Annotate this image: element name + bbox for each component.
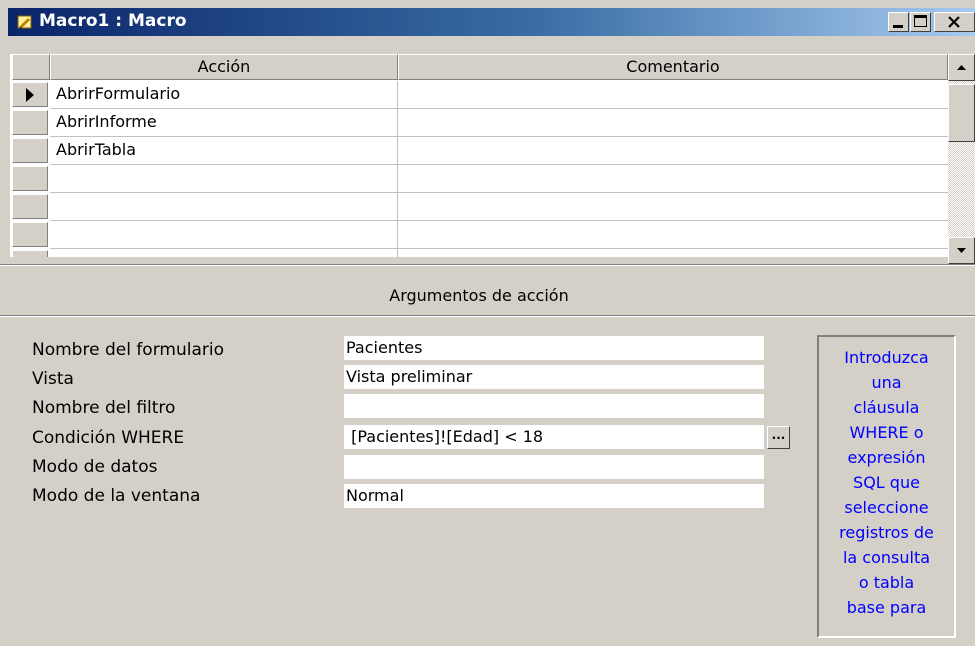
label-vista: Vista <box>32 369 74 389</box>
row-selector[interactable] <box>12 222 48 247</box>
help-description-box: Introduzca una cláusula WHERE o expresió… <box>817 335 956 638</box>
arrow-down-icon <box>957 248 966 253</box>
current-row-arrow-icon <box>26 88 34 102</box>
field-nombre-filtro[interactable] <box>344 394 764 418</box>
label-modo-ventana: Modo de la ventana <box>32 486 201 506</box>
field-nombre-formulario[interactable]: Pacientes <box>344 336 764 360</box>
label-nombre-formulario: Nombre del formulario <box>32 340 224 360</box>
help-line: seleccione <box>844 498 929 517</box>
label-condicion-where: Condición WHERE <box>32 428 185 448</box>
label-nombre-filtro: Nombre del filtro <box>32 398 176 418</box>
cell-comentario[interactable] <box>398 109 948 137</box>
scroll-thumb[interactable] <box>948 84 975 142</box>
expression-builder-button[interactable]: ... <box>767 426 790 449</box>
cell-comentario[interactable] <box>398 221 948 249</box>
row-selector[interactable] <box>12 82 48 107</box>
field-modo-datos[interactable] <box>344 455 764 479</box>
cell-accion[interactable]: AbrirInforme <box>50 109 398 137</box>
panel-separator-highlight <box>0 265 975 266</box>
close-icon <box>948 16 960 28</box>
scroll-up-button[interactable] <box>948 54 975 81</box>
row-selector[interactable] <box>12 138 48 163</box>
help-line: una <box>871 373 902 392</box>
cell-accion[interactable] <box>50 249 398 257</box>
cell-accion[interactable] <box>50 193 398 221</box>
arrow-up-icon <box>957 65 966 70</box>
field-vista[interactable]: Vista preliminar <box>344 365 764 389</box>
row-selector[interactable] <box>12 194 48 219</box>
arguments-section-title: Argumentos de acción <box>389 286 569 305</box>
cell-accion[interactable] <box>50 221 398 249</box>
cell-accion[interactable] <box>50 165 398 193</box>
cell-comentario[interactable] <box>398 137 948 165</box>
cell-comentario[interactable] <box>398 165 948 193</box>
cell-comentario[interactable] <box>398 81 948 109</box>
field-condicion-where[interactable]: [Pacientes]![Edad] < 18 <box>344 425 764 449</box>
grid-rows: AbrirFormulario AbrirInforme AbrirTabla <box>0 0 948 257</box>
scroll-down-button[interactable] <box>948 237 975 264</box>
help-line: o tabla <box>858 573 915 592</box>
help-line: expresión <box>847 448 926 467</box>
field-modo-ventana[interactable]: Normal <box>344 484 764 508</box>
cell-accion[interactable]: AbrirTabla <box>50 137 398 165</box>
arguments-separator-highlight <box>0 316 975 317</box>
row-selector[interactable] <box>12 250 48 257</box>
cell-comentario[interactable] <box>398 193 948 221</box>
row-selector[interactable] <box>12 166 48 191</box>
cell-comentario[interactable] <box>398 249 948 257</box>
help-line: registros de <box>839 523 934 542</box>
help-line: base para <box>846 598 927 617</box>
label-modo-datos: Modo de datos <box>32 457 158 477</box>
help-line: cláusula <box>853 398 920 417</box>
macro-window: Macro1 : Macro Acción Comentario AbrirFo… <box>0 0 975 646</box>
cell-accion[interactable]: AbrirFormulario <box>50 81 398 109</box>
help-line: la consulta <box>842 548 931 567</box>
row-selector[interactable] <box>12 110 48 135</box>
help-line: WHERE o <box>849 423 924 442</box>
help-line: Introduzca <box>844 348 929 367</box>
help-line: SQL que <box>853 473 920 492</box>
vertical-scrollbar[interactable] <box>948 54 975 264</box>
